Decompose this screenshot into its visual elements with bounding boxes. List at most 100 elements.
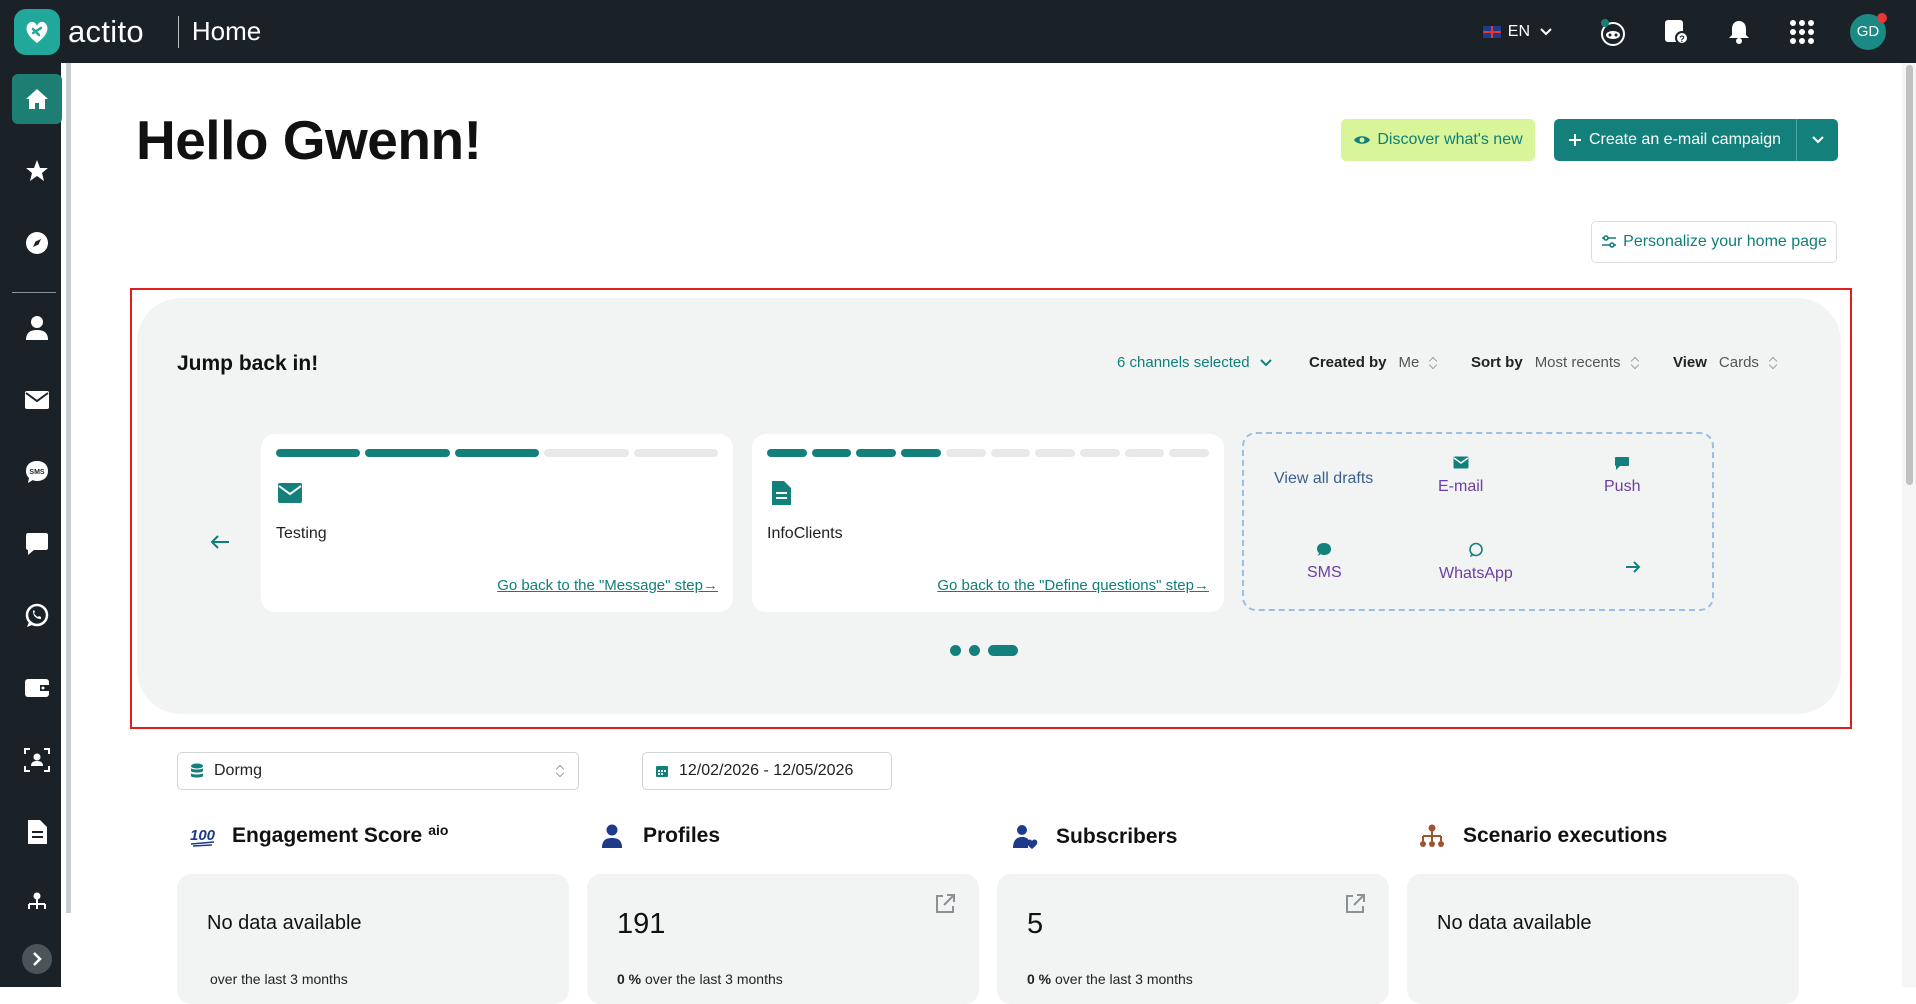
pager-dot[interactable]: [969, 645, 980, 656]
draft-card[interactable]: InfoClients Go back to the "Define quest…: [752, 434, 1224, 612]
hierarchy-icon: [28, 892, 46, 909]
scrollbar-thumb[interactable]: [1906, 65, 1913, 485]
sidebar-item-whatsapp[interactable]: [12, 591, 62, 641]
external-link-icon[interactable]: [1343, 892, 1367, 916]
progress-segment: [365, 449, 450, 457]
step-progress: [276, 449, 719, 457]
profiles-title: Profiles: [643, 824, 721, 847]
pager-dot[interactable]: [950, 645, 961, 656]
drafts-whatsapp-link[interactable]: WhatsApp: [1439, 542, 1513, 583]
progress-segment: [856, 449, 897, 457]
help-chat-icon[interactable]: ?: [1661, 17, 1691, 47]
go-back-link[interactable]: Go back to the "Define questions" step→: [937, 577, 1209, 594]
envelope-icon: [1453, 456, 1469, 469]
personalize-label: Personalize your home page: [1623, 233, 1827, 250]
assistant-bot-icon[interactable]: [1598, 17, 1628, 47]
page-scrollbar[interactable]: [1902, 63, 1916, 987]
database-value: Dormg: [214, 762, 263, 779]
document-icon: [772, 481, 791, 505]
create-email-campaign-main[interactable]: Create an e-mail campaign: [1554, 119, 1796, 161]
discover-label: Discover what's new: [1377, 131, 1523, 148]
sidebar-item-explore[interactable]: [12, 218, 62, 268]
go-back-link[interactable]: Go back to the "Message" step→: [497, 577, 718, 594]
pager-dot[interactable]: [988, 645, 1018, 656]
user-icon: [26, 316, 48, 340]
external-link-icon[interactable]: [933, 892, 957, 916]
sort-by-value: Most recents: [1534, 354, 1621, 371]
brand-name: actito: [68, 13, 144, 49]
drafts-email-link[interactable]: E-mail: [1438, 456, 1483, 496]
chat-bubble-icon: [1615, 457, 1630, 470]
sidebar-item-documents[interactable]: [12, 807, 62, 857]
create-email-campaign-button[interactable]: Create an e-mail campaign: [1554, 119, 1838, 161]
profiles-heading: Profiles: [601, 824, 720, 848]
created-by-filter[interactable]: Created by Me: [1309, 354, 1437, 371]
view-all-drafts-link[interactable]: View all drafts: [1274, 470, 1373, 488]
user-icon: [602, 824, 622, 848]
profiles-pct: 0 %: [617, 971, 642, 987]
sidebar-item-email[interactable]: [12, 375, 62, 425]
engagement-title: Engagement Score: [232, 824, 423, 847]
carousel-prev-button[interactable]: [205, 527, 235, 557]
sidebar-item-wallet[interactable]: [12, 663, 62, 713]
avatar[interactable]: GD: [1850, 12, 1887, 50]
subscribers-period: 0 % over the last 3 months: [1027, 971, 1193, 987]
channels-filter[interactable]: 6 channels selected: [1117, 354, 1272, 371]
envelope-icon: [278, 483, 302, 503]
database-select[interactable]: Dormg: [177, 752, 579, 790]
create-campaign-dropdown[interactable]: [1796, 119, 1838, 161]
scenario-executions-card: No data available: [1407, 874, 1799, 1004]
draft-name: InfoClients: [767, 525, 843, 542]
subscribers-title: Subscribers: [1056, 825, 1178, 848]
profiles-period: 0 % over the last 3 months: [617, 971, 783, 987]
database-icon: [191, 763, 203, 778]
profiles-value: 191: [617, 908, 666, 940]
calendar-icon: [656, 766, 668, 777]
sidebar-edge: [66, 63, 71, 913]
engagement-score-heading: 100 Engagement Score aio: [190, 822, 448, 848]
chevron-down-icon: [1259, 358, 1272, 366]
sidebar-item-home[interactable]: [12, 74, 62, 124]
progress-segment: [276, 449, 361, 457]
svg-text:?: ?: [1679, 34, 1685, 44]
progress-segment: [767, 449, 807, 457]
language-selector[interactable]: EN: [1482, 23, 1552, 41]
bell-icon[interactable]: [1724, 17, 1754, 47]
chevron-right-icon: [33, 952, 42, 966]
sidebar-item-sms[interactable]: SMS: [12, 447, 62, 497]
progress-segment: [1035, 449, 1075, 457]
sidebar-item-favorites[interactable]: [12, 146, 62, 196]
sidebar-item-segments[interactable]: [12, 735, 62, 785]
subscribers-card[interactable]: 5 0 % over the last 3 months: [997, 874, 1389, 1004]
drafts-push-link[interactable]: Push: [1604, 456, 1640, 496]
created-by-value: Me: [1398, 354, 1420, 371]
personalize-home-button[interactable]: Personalize your home page: [1591, 221, 1837, 263]
draft-card[interactable]: Testing Go back to the "Message" step→: [261, 434, 733, 612]
brand[interactable]: actito: [14, 8, 144, 55]
chevron-down-icon: [1540, 27, 1552, 35]
draft-name: Testing: [276, 525, 327, 542]
sort-arrows-icon: [1631, 356, 1639, 370]
svg-text:SMS: SMS: [29, 469, 45, 476]
home-icon: [26, 89, 48, 109]
progress-segment: [633, 449, 719, 457]
view-value: Cards: [1718, 354, 1759, 371]
profiles-card[interactable]: 191 0 % over the last 3 months: [587, 874, 979, 1004]
drafts-sms-link[interactable]: SMS: [1307, 542, 1342, 582]
date-range-picker[interactable]: 12/02/2026 - 12/05/2026: [642, 752, 892, 790]
sidebar-expand-button[interactable]: [22, 944, 52, 974]
sidebar-item-scenarios[interactable]: [12, 879, 62, 929]
apps-grid-icon[interactable]: [1787, 17, 1817, 47]
envelope-icon: [25, 391, 49, 409]
discover-whats-new-button[interactable]: Discover what's new: [1341, 119, 1535, 161]
view-filter[interactable]: View Cards: [1673, 354, 1777, 371]
drafts-more-button[interactable]: [1625, 560, 1641, 574]
engagement-score-card: No data available over the last 3 months: [177, 874, 569, 1004]
notification-dot: [1877, 12, 1887, 23]
sidebar-item-profiles[interactable]: [12, 303, 62, 353]
whatsapp-label: WhatsApp: [1439, 565, 1513, 582]
sort-by-filter[interactable]: Sort by Most recents: [1471, 354, 1639, 371]
sidebar-item-push[interactable]: [12, 519, 62, 569]
email-label: E-mail: [1438, 478, 1484, 495]
progress-segment: [945, 449, 986, 457]
